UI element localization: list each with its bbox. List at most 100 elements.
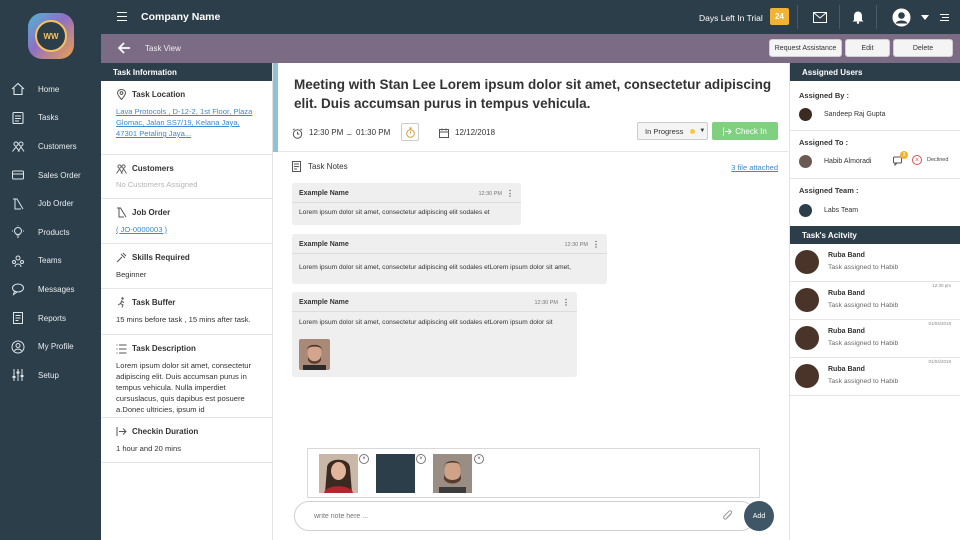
section-title: Task Buffer (132, 298, 176, 307)
setup-icon (10, 367, 26, 383)
nav-item-messages[interactable]: Messages (0, 275, 101, 304)
nav-label: Sales Order (38, 170, 81, 180)
remove-attachment-icon[interactable]: × (416, 454, 426, 464)
nav-label: Home (38, 84, 60, 94)
attachments-tray: × × × (307, 448, 760, 498)
nav-item-sales-order[interactable]: Sales Order (0, 161, 101, 190)
nav-item-products[interactable]: Products (0, 218, 101, 247)
note-menu-icon[interactable]: ⋮ (506, 189, 514, 198)
request-assistance-button[interactable]: Request Assistance (769, 39, 842, 57)
alarm-clock-icon (292, 128, 303, 139)
back-arrow-icon[interactable] (117, 41, 131, 55)
nav-item-tasks[interactable]: Tasks (0, 104, 101, 133)
menu-toggle-icon[interactable] (117, 12, 127, 21)
skills-icon (116, 252, 127, 263)
notes-icon (292, 161, 301, 172)
teams-icon (10, 253, 26, 269)
avatar (799, 107, 812, 121)
nav-label: Tasks (38, 113, 59, 123)
nav-item-setup[interactable]: Setup (0, 361, 101, 390)
trial-days-badge: 24 (770, 8, 789, 25)
customers-icon (10, 138, 26, 154)
task-info-header: Task Information (101, 63, 272, 81)
divider (790, 178, 960, 179)
activity-item: Ruba Band Task assigned to Habib (790, 244, 960, 282)
nav-item-teams[interactable]: Teams (0, 247, 101, 276)
note-author: Example Name (299, 190, 349, 197)
task-notes-heading: Task Notes (292, 161, 348, 172)
section-title: Customers (132, 164, 174, 173)
message-count-badge: 3 (900, 151, 908, 159)
attachment-thumbnail[interactable] (376, 454, 415, 493)
activity-time: 12:30 pm (932, 283, 951, 288)
avatar (795, 326, 819, 350)
nav-label: Customers (38, 141, 77, 151)
section-title: Skills Required (132, 253, 190, 262)
status-dot-icon (690, 128, 696, 134)
job-order-icon (10, 196, 26, 212)
check-in-button[interactable]: Check In (712, 122, 778, 140)
nav-item-customers[interactable]: Customers (0, 132, 101, 161)
activity-item: 01/04/2018 Ruba Band Task assigned to Ha… (790, 358, 960, 396)
tasks-icon (10, 110, 26, 126)
activity-user: Ruba Band (828, 290, 865, 297)
nav-label: Reports (38, 313, 67, 323)
customers-value: No Customers Assigned (116, 180, 198, 189)
user-avatar-icon[interactable] (891, 7, 911, 27)
add-note-button[interactable]: Add (744, 501, 774, 531)
checkin-duration-section: Checkin Duration 1 hour and 20 mins (101, 418, 272, 463)
more-menu-icon[interactable] (938, 9, 950, 25)
activity-text: Task assigned to Habib (828, 264, 899, 271)
app-logo[interactable]: WW (28, 13, 74, 59)
remove-attachment-icon[interactable]: × (359, 454, 369, 464)
assigned-to-label: Assigned To : (799, 138, 849, 147)
edit-button[interactable]: Edit (845, 39, 890, 57)
note-attachment-photo[interactable] (299, 339, 330, 370)
top-bar: Company Name Days Left In Trial 24 (101, 0, 960, 34)
checkin-arrow-icon (116, 426, 127, 437)
note-input[interactable] (294, 501, 756, 531)
activity-user: Ruba Band (828, 252, 865, 259)
messages-icon (10, 281, 26, 297)
location-link[interactable]: Lava Protocols , D-12-2, 1st Floor, Plaz… (116, 106, 262, 139)
calendar-icon (439, 128, 449, 138)
delete-button[interactable]: Delete (893, 39, 953, 57)
status-select[interactable]: In Progress ▼ (637, 122, 708, 140)
note-menu-icon[interactable]: ⋮ (592, 240, 600, 249)
timer-icon[interactable] (401, 123, 419, 141)
assigned-by-name: Sandeep Raj Gupta (824, 110, 886, 118)
note-card: Example Name 12:30 PM ⋮ Lorem ipsum dolor … (292, 292, 577, 377)
assigned-team-row: Labs Team (790, 203, 960, 217)
note-menu-icon[interactable]: ⋮ (562, 298, 570, 307)
attachment-thumbnail[interactable] (433, 454, 472, 493)
time-start: 12:30 PM (309, 128, 344, 137)
caret-down-icon[interactable] (920, 9, 930, 25)
activity-item: 01/04/2018 Ruba Band Task assigned to Ha… (790, 320, 960, 358)
buffer-value: 15 mins before task , 15 mins after task… (116, 315, 251, 324)
remove-attachment-icon[interactable]: × (474, 454, 484, 464)
task-info-panel: Task Information Task Location Lava Prot… (101, 63, 273, 540)
nav-item-reports[interactable]: Reports (0, 304, 101, 333)
activity-user: Ruba Band (828, 328, 865, 335)
nav-item-home[interactable]: Home (0, 75, 101, 104)
nav-item-job-order[interactable]: Job Order (0, 189, 101, 218)
nav-label: Products (38, 227, 70, 237)
customers-icon (116, 163, 127, 174)
activity-header: Task's Acitvity (790, 226, 960, 244)
chevron-down-icon: ▼ (699, 128, 706, 134)
note-text: Lorem ipsum dolor sit amet, consectetur … (299, 264, 571, 271)
job-order-link[interactable]: ( JO-0000003 ) (116, 224, 262, 235)
section-title: Task Location (132, 90, 186, 99)
reports-icon (10, 310, 26, 326)
buffer-runner-icon (116, 297, 127, 308)
nav-item-my-profile[interactable]: My Profile (0, 332, 101, 361)
attachment-thumbnail[interactable] (319, 454, 358, 493)
skills-value: Beginner (116, 270, 147, 279)
nav-label: Job Order (38, 199, 74, 209)
divider (278, 151, 788, 152)
bell-icon[interactable] (850, 9, 866, 25)
paperclip-icon[interactable] (722, 510, 734, 522)
mail-icon[interactable] (812, 9, 828, 25)
check-in-label: Check In (735, 126, 767, 136)
files-attached-link[interactable]: 3 file attached (731, 163, 778, 172)
